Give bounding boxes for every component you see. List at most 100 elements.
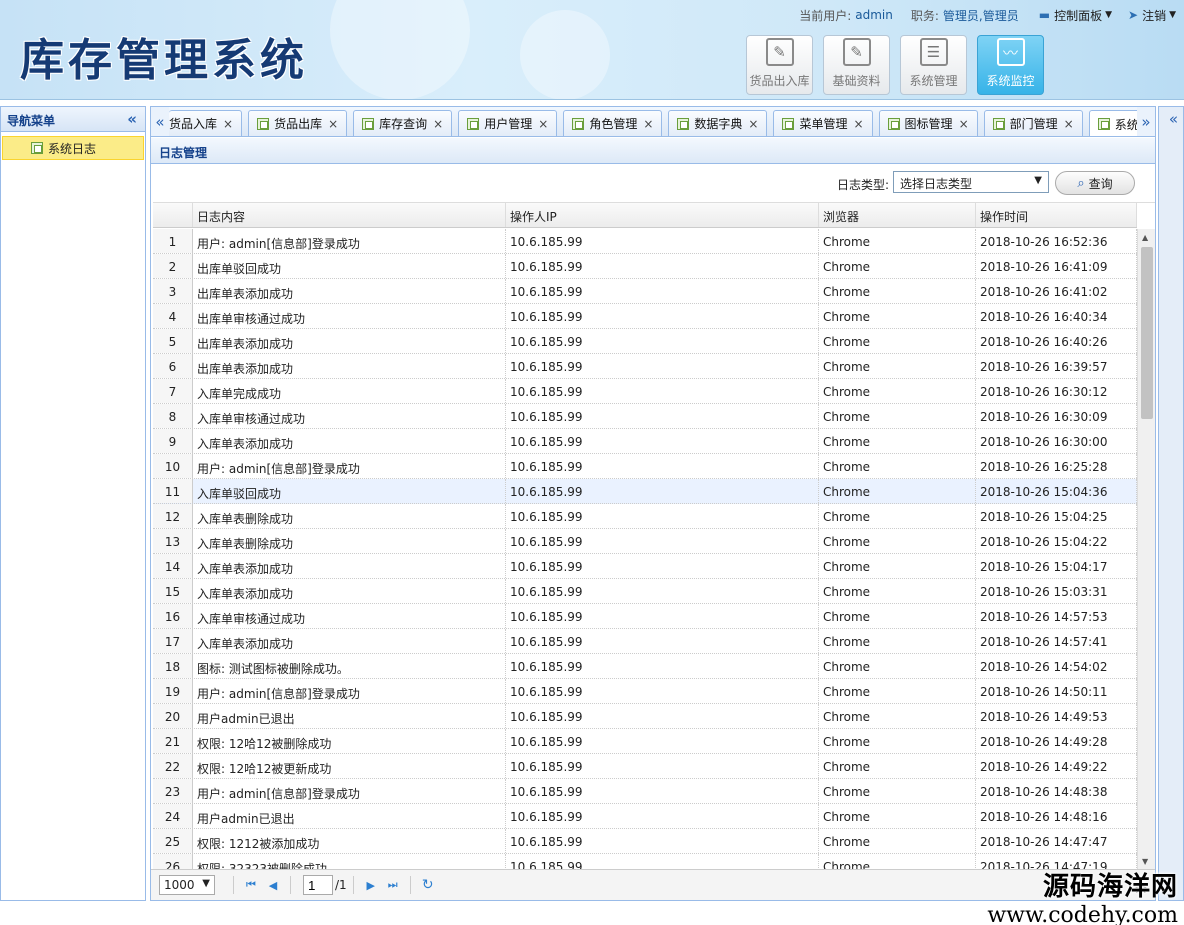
table-row[interactable]: 5 出库单表添加成功 10.6.185.99 Chrome 2018-10-26 16:… xyxy=(153,329,1137,354)
table-row[interactable]: 19 用户: admin[信息部]登录成功 10.6.185.99 Chrome 201… xyxy=(153,679,1137,704)
close-icon[interactable]: × xyxy=(538,117,548,131)
expand-right-icon[interactable]: « xyxy=(1169,110,1178,128)
goods-inout-button[interactable]: ✎ 货品出入库 xyxy=(746,35,813,95)
browser-cell: Chrome xyxy=(819,779,976,803)
log-content-cell: 用户: admin[信息部]登录成功 xyxy=(193,229,506,253)
table-row[interactable]: 3 出库单表添加成功 10.6.185.99 Chrome 2018-10-26 16:… xyxy=(153,279,1137,304)
column-header[interactable]: 操作时间 xyxy=(976,203,1137,227)
table-row[interactable]: 25 权限: 1212被添加成功 10.6.185.99 Chrome 2018-10-… xyxy=(153,829,1137,854)
tab-role-admin[interactable]: 角色管理 × xyxy=(563,110,663,136)
close-icon[interactable]: × xyxy=(853,117,863,131)
table-row[interactable]: 23 用户: admin[信息部]登录成功 10.6.185.99 Chrome 201… xyxy=(153,779,1137,804)
query-label: 查询 xyxy=(1088,176,1113,191)
close-icon[interactable]: × xyxy=(643,117,653,131)
column-header[interactable]: 日志内容 xyxy=(193,203,506,227)
table-row[interactable]: 24 用户admin已退出 10.6.185.99 Chrome 2018-10-26 … xyxy=(153,804,1137,829)
table-row[interactable]: 22 权限: 12哈12被更新成功 10.6.185.99 Chrome 2018-10… xyxy=(153,754,1137,779)
next-page-icon[interactable]: ▶ xyxy=(360,879,382,892)
table-row[interactable]: 15 入库单表添加成功 10.6.185.99 Chrome 2018-10-26 15… xyxy=(153,579,1137,604)
tab-scroll-right-icon[interactable]: » xyxy=(1137,107,1155,136)
log-type-label: 日志类型: xyxy=(837,178,890,192)
page-number-input[interactable] xyxy=(303,875,333,895)
table-row[interactable]: 16 入库单审核通过成功 10.6.185.99 Chrome 2018-10-26 1… xyxy=(153,604,1137,629)
tab-goods-in[interactable]: 货品入库 × xyxy=(169,110,243,136)
page-size-select[interactable]: 1000 ▼ xyxy=(159,875,215,895)
row-number: 8 xyxy=(153,404,193,428)
logout-menu[interactable]: ➤ 注销 ▼ xyxy=(1128,7,1176,24)
operation-time-cell: 2018-10-26 14:50:11 xyxy=(976,679,1137,703)
table-row[interactable]: 18 图标: 测试图标被删除成功。 10.6.185.99 Chrome 2018-10… xyxy=(153,654,1137,679)
sidebar: 导航菜单 « 系统日志 xyxy=(0,106,146,901)
scroll-down-icon[interactable]: ▼ xyxy=(1142,857,1148,866)
column-header[interactable]: 操作人IP xyxy=(506,203,819,227)
collapse-left-icon[interactable]: « xyxy=(127,110,137,128)
close-icon[interactable]: × xyxy=(1064,117,1074,131)
table-row[interactable]: 17 入库单表添加成功 10.6.185.99 Chrome 2018-10-26 14… xyxy=(153,629,1137,654)
table-row[interactable]: 4 出库单审核通过成功 10.6.185.99 Chrome 2018-10-26 16… xyxy=(153,304,1137,329)
tab-stock-query[interactable]: 库存查询 × xyxy=(353,110,453,136)
tab-data-dictionary[interactable]: 数据字典 × xyxy=(668,110,768,136)
system-monitor-button[interactable]: 〰 系统监控 xyxy=(977,35,1044,95)
control-panel-menu[interactable]: ▬ 控制面板 ▼ xyxy=(1039,7,1112,24)
table-row[interactable]: 7 入库单完成成功 10.6.185.99 Chrome 2018-10-26 16:3… xyxy=(153,379,1137,404)
row-number: 19 xyxy=(153,679,193,703)
query-button[interactable]: ⌕ 查询 xyxy=(1055,171,1135,195)
last-page-icon[interactable]: ⏭ xyxy=(382,878,404,892)
current-user-label: 当前用户: xyxy=(799,8,852,23)
table-row[interactable]: 13 入库单表删除成功 10.6.185.99 Chrome 2018-10-26 15… xyxy=(153,529,1137,554)
first-page-icon[interactable]: ⏮ xyxy=(240,878,262,892)
browser-cell: Chrome xyxy=(819,354,976,378)
tab-icon-admin[interactable]: 图标管理 × xyxy=(878,110,978,136)
scroll-up-icon[interactable]: ▲ xyxy=(1142,233,1148,242)
current-user: admin xyxy=(855,8,893,22)
log-type-select[interactable]: 选择日志类型 ▼ xyxy=(893,171,1049,193)
chevron-down-icon: ▼ xyxy=(1034,175,1042,186)
tab-scroll-left-icon[interactable]: « xyxy=(151,107,169,136)
system-admin-button[interactable]: ☰ 系统管理 xyxy=(900,35,967,95)
table-row[interactable]: 8 入库单审核通过成功 10.6.185.99 Chrome 2018-10-26 16… xyxy=(153,404,1137,429)
table-row[interactable]: 9 入库单表添加成功 10.6.185.99 Chrome 2018-10-26 16:… xyxy=(153,429,1137,454)
tab-goods-out[interactable]: 货品出库 × xyxy=(248,110,348,136)
operation-time-cell: 2018-10-26 14:54:02 xyxy=(976,654,1137,678)
scroll-thumb[interactable] xyxy=(1141,247,1153,419)
row-number: 4 xyxy=(153,304,193,328)
prev-page-icon[interactable]: ◀ xyxy=(262,879,284,892)
tab-dept-admin[interactable]: 部门管理 × xyxy=(983,110,1083,136)
close-icon[interactable]: × xyxy=(748,117,758,131)
browser-cell: Chrome xyxy=(819,254,976,278)
page-size-value: 1000 xyxy=(164,878,195,892)
filter-toolbar: 日志类型: 选择日志类型 ▼ ⌕ 查询 xyxy=(151,164,1155,202)
vertical-scrollbar[interactable]: ▲ ▼ xyxy=(1137,229,1155,869)
table-row[interactable]: 10 用户: admin[信息部]登录成功 10.6.185.99 Chrome 201… xyxy=(153,454,1137,479)
table-row[interactable]: 21 权限: 12哈12被删除成功 10.6.185.99 Chrome 2018-10… xyxy=(153,729,1137,754)
system-monitor-label: 系统监控 xyxy=(986,74,1035,88)
log-content-cell: 出库单表添加成功 xyxy=(193,329,506,353)
close-icon[interactable]: × xyxy=(328,117,338,131)
table-row[interactable]: 12 入库单表删除成功 10.6.185.99 Chrome 2018-10-26 15… xyxy=(153,504,1137,529)
table-row[interactable]: 11 入库单驳回成功 10.6.185.99 Chrome 2018-10-26 15:… xyxy=(153,479,1137,504)
module-buttons: ✎ 货品出入库 ✎ 基础资料 ☰ 系统管理 〰 系统监控 xyxy=(746,35,1054,95)
tab-menu-admin[interactable]: 菜单管理 × xyxy=(773,110,873,136)
operator-ip-cell: 10.6.185.99 xyxy=(506,404,819,428)
tab-user-admin[interactable]: 用户管理 × xyxy=(458,110,558,136)
log-content-cell: 入库单表删除成功 xyxy=(193,529,506,553)
close-icon[interactable]: × xyxy=(223,117,233,131)
close-icon[interactable]: × xyxy=(433,117,443,131)
table-row[interactable]: 20 用户admin已退出 10.6.185.99 Chrome 2018-10-26 … xyxy=(153,704,1137,729)
table-body: 1 用户: admin[信息部]登录成功 10.6.185.99 Chrome 2018… xyxy=(153,229,1137,869)
operator-ip-cell: 10.6.185.99 xyxy=(506,354,819,378)
sidebar-item-system-log[interactable]: 系统日志 xyxy=(2,136,144,160)
tab-label: 图标管理 xyxy=(904,117,953,131)
base-data-button[interactable]: ✎ 基础资料 xyxy=(823,35,890,95)
close-icon[interactable]: × xyxy=(959,117,969,131)
refresh-icon[interactable]: ↻ xyxy=(417,877,439,893)
table-row[interactable]: 14 入库单表添加成功 10.6.185.99 Chrome 2018-10-26 15… xyxy=(153,554,1137,579)
table-row[interactable]: 2 出库单驳回成功 10.6.185.99 Chrome 2018-10-26 16:4… xyxy=(153,254,1137,279)
table-row[interactable]: 6 出库单表添加成功 10.6.185.99 Chrome 2018-10-26 16:… xyxy=(153,354,1137,379)
log-content-cell: 出库单表添加成功 xyxy=(193,279,506,303)
watermark-cn: 源码海洋网 xyxy=(1042,872,1178,902)
column-header[interactable]: 浏览器 xyxy=(819,203,976,227)
table-row[interactable]: 1 用户: admin[信息部]登录成功 10.6.185.99 Chrome 2018… xyxy=(153,229,1137,254)
page-icon xyxy=(677,117,690,130)
browser-cell: Chrome xyxy=(819,579,976,603)
